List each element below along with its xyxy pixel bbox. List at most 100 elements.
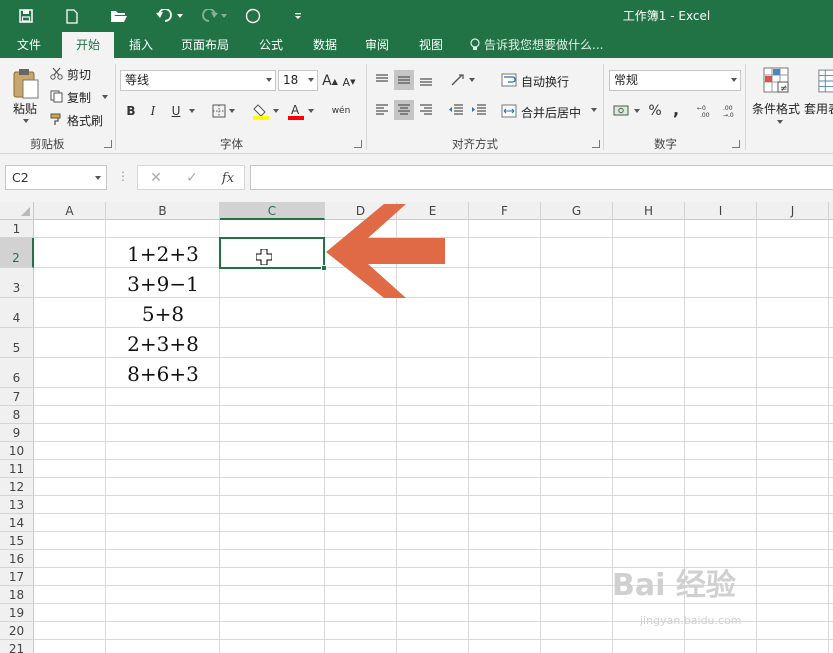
clipboard-launcher-icon[interactable] <box>104 140 112 148</box>
tab-page-layout[interactable]: 页面布局 <box>172 32 238 58</box>
row-header-2[interactable]: 2 <box>0 238 34 268</box>
conditional-formatting-label[interactable]: 条件格式 <box>752 100 800 117</box>
decrease-indent-icon[interactable] <box>446 100 466 120</box>
insert-function-icon[interactable]: fx <box>216 166 240 191</box>
cut-icon[interactable] <box>49 66 63 80</box>
number-launcher-icon[interactable] <box>732 140 740 148</box>
format-painter-icon[interactable] <box>49 112 63 126</box>
cell-b4[interactable]: 5+8 <box>106 299 220 329</box>
enter-icon[interactable]: ✓ <box>180 166 204 191</box>
accounting-format-button[interactable] <box>610 100 642 122</box>
column-header-b[interactable]: B <box>106 202 220 220</box>
cancel-icon[interactable]: ✕ <box>144 166 168 191</box>
row-header-3[interactable]: 3 <box>0 268 34 298</box>
paste-label[interactable]: 粘贴 <box>13 100 37 117</box>
worksheet-grid[interactable]: A B C D E F G H I J 1 2 3 4 5 6 7 8 9 10… <box>0 202 833 653</box>
format-as-table-label[interactable]: 套用表格格式 <box>804 100 833 117</box>
column-header-h[interactable]: H <box>613 202 685 220</box>
increase-indent-icon[interactable] <box>469 100 489 120</box>
row-header-5[interactable]: 5 <box>0 328 34 358</box>
row-header-17[interactable]: 17 <box>0 568 34 586</box>
column-header-a[interactable]: A <box>34 202 106 220</box>
merge-center-icon[interactable] <box>500 102 518 120</box>
tab-insert[interactable]: 插入 <box>118 32 164 58</box>
copy-label[interactable]: 复制 <box>67 89 91 106</box>
column-header-g[interactable]: G <box>541 202 613 220</box>
align-center-icon[interactable] <box>394 100 414 120</box>
row-header-7[interactable]: 7 <box>0 388 34 406</box>
row-header-19[interactable]: 19 <box>0 604 34 622</box>
cell-b5[interactable]: 2+3+8 <box>106 329 220 359</box>
font-color-button[interactable]: A <box>285 100 315 122</box>
select-all-button[interactable] <box>0 202 34 220</box>
tab-review[interactable]: 审阅 <box>354 32 400 58</box>
decrease-decimal-icon[interactable]: .00 →.0 <box>720 100 742 122</box>
row-header-12[interactable]: 12 <box>0 478 34 496</box>
font-size-select[interactable]: 18 <box>278 70 318 91</box>
column-header-j[interactable]: J <box>757 202 829 220</box>
tab-file[interactable]: 文件 <box>6 32 52 58</box>
row-header-15[interactable]: 15 <box>0 532 34 550</box>
merge-center-label[interactable]: 合并后居中 <box>521 104 581 121</box>
increase-decimal-icon[interactable]: ←0.00 <box>695 100 717 122</box>
column-header-i[interactable]: I <box>685 202 757 220</box>
row-header-8[interactable]: 8 <box>0 406 34 424</box>
cell-b3[interactable]: 3+9−1 <box>106 269 220 299</box>
row-header-10[interactable]: 10 <box>0 442 34 460</box>
borders-button[interactable] <box>208 101 238 121</box>
row-header-13[interactable]: 13 <box>0 496 34 514</box>
cell-b6[interactable]: 8+6+3 <box>106 359 220 389</box>
underline-dropdown-icon[interactable] <box>185 100 195 122</box>
row-header-6[interactable]: 6 <box>0 358 34 388</box>
row-header-20[interactable]: 20 <box>0 622 34 640</box>
tab-formulas[interactable]: 公式 <box>248 32 294 58</box>
conditional-dropdown-icon[interactable] <box>773 118 783 126</box>
middle-align-icon[interactable] <box>394 70 414 90</box>
bottom-align-icon[interactable] <box>416 70 436 90</box>
tab-data[interactable]: 数据 <box>302 32 348 58</box>
column-header-k[interactable] <box>829 202 833 220</box>
fill-color-button[interactable] <box>250 100 280 122</box>
name-box[interactable]: C2 <box>5 165 107 190</box>
underline-button[interactable]: U <box>167 100 185 122</box>
tab-home[interactable]: 开始 <box>62 32 114 58</box>
italic-button[interactable]: I <box>144 100 162 122</box>
column-header-c[interactable]: C <box>220 202 325 220</box>
paste-icon[interactable] <box>8 64 44 104</box>
font-launcher-icon[interactable] <box>354 140 362 148</box>
row-header-16[interactable]: 16 <box>0 550 34 568</box>
format-as-table-icon[interactable] <box>818 66 833 96</box>
number-format-select[interactable]: 常规 <box>609 70 741 91</box>
align-left-icon[interactable] <box>372 100 392 120</box>
percent-button[interactable]: % <box>645 100 665 122</box>
tell-me-box[interactable]: 告诉我您想要做什么... <box>470 32 603 58</box>
grow-font-button[interactable]: A ▲ <box>321 71 339 91</box>
copy-dropdown-icon[interactable] <box>98 93 108 101</box>
wrap-text-icon[interactable] <box>500 71 518 89</box>
row-header-1[interactable]: 1 <box>0 220 34 238</box>
column-header-f[interactable]: F <box>469 202 541 220</box>
formula-input[interactable] <box>250 165 833 190</box>
conditional-formatting-icon[interactable]: ≠ <box>760 64 792 96</box>
align-right-icon[interactable] <box>416 100 436 120</box>
row-header-9[interactable]: 9 <box>0 424 34 442</box>
bold-button[interactable]: B <box>122 100 140 122</box>
row-header-18[interactable]: 18 <box>0 586 34 604</box>
copy-icon[interactable] <box>49 89 63 103</box>
row-header-4[interactable]: 4 <box>0 298 34 328</box>
font-name-select[interactable]: 等线 <box>120 70 276 91</box>
shrink-font-button[interactable]: A ▼ <box>340 72 358 92</box>
selected-cell-c2[interactable] <box>219 237 325 269</box>
paste-dropdown-icon[interactable] <box>18 117 30 125</box>
comma-button[interactable]: , <box>668 98 684 120</box>
tab-view[interactable]: 视图 <box>408 32 454 58</box>
orientation-icon[interactable] <box>446 70 478 90</box>
cut-label[interactable]: 剪切 <box>67 66 91 83</box>
row-header-21[interactable]: 21 <box>0 640 34 653</box>
merge-dropdown-icon[interactable] <box>587 106 597 114</box>
row-header-14[interactable]: 14 <box>0 514 34 532</box>
top-align-icon[interactable] <box>372 70 392 90</box>
alignment-launcher-icon[interactable] <box>592 140 600 148</box>
cell-b2[interactable]: 1+2+3 <box>106 239 220 269</box>
wrap-text-label[interactable]: 自动换行 <box>521 73 569 90</box>
